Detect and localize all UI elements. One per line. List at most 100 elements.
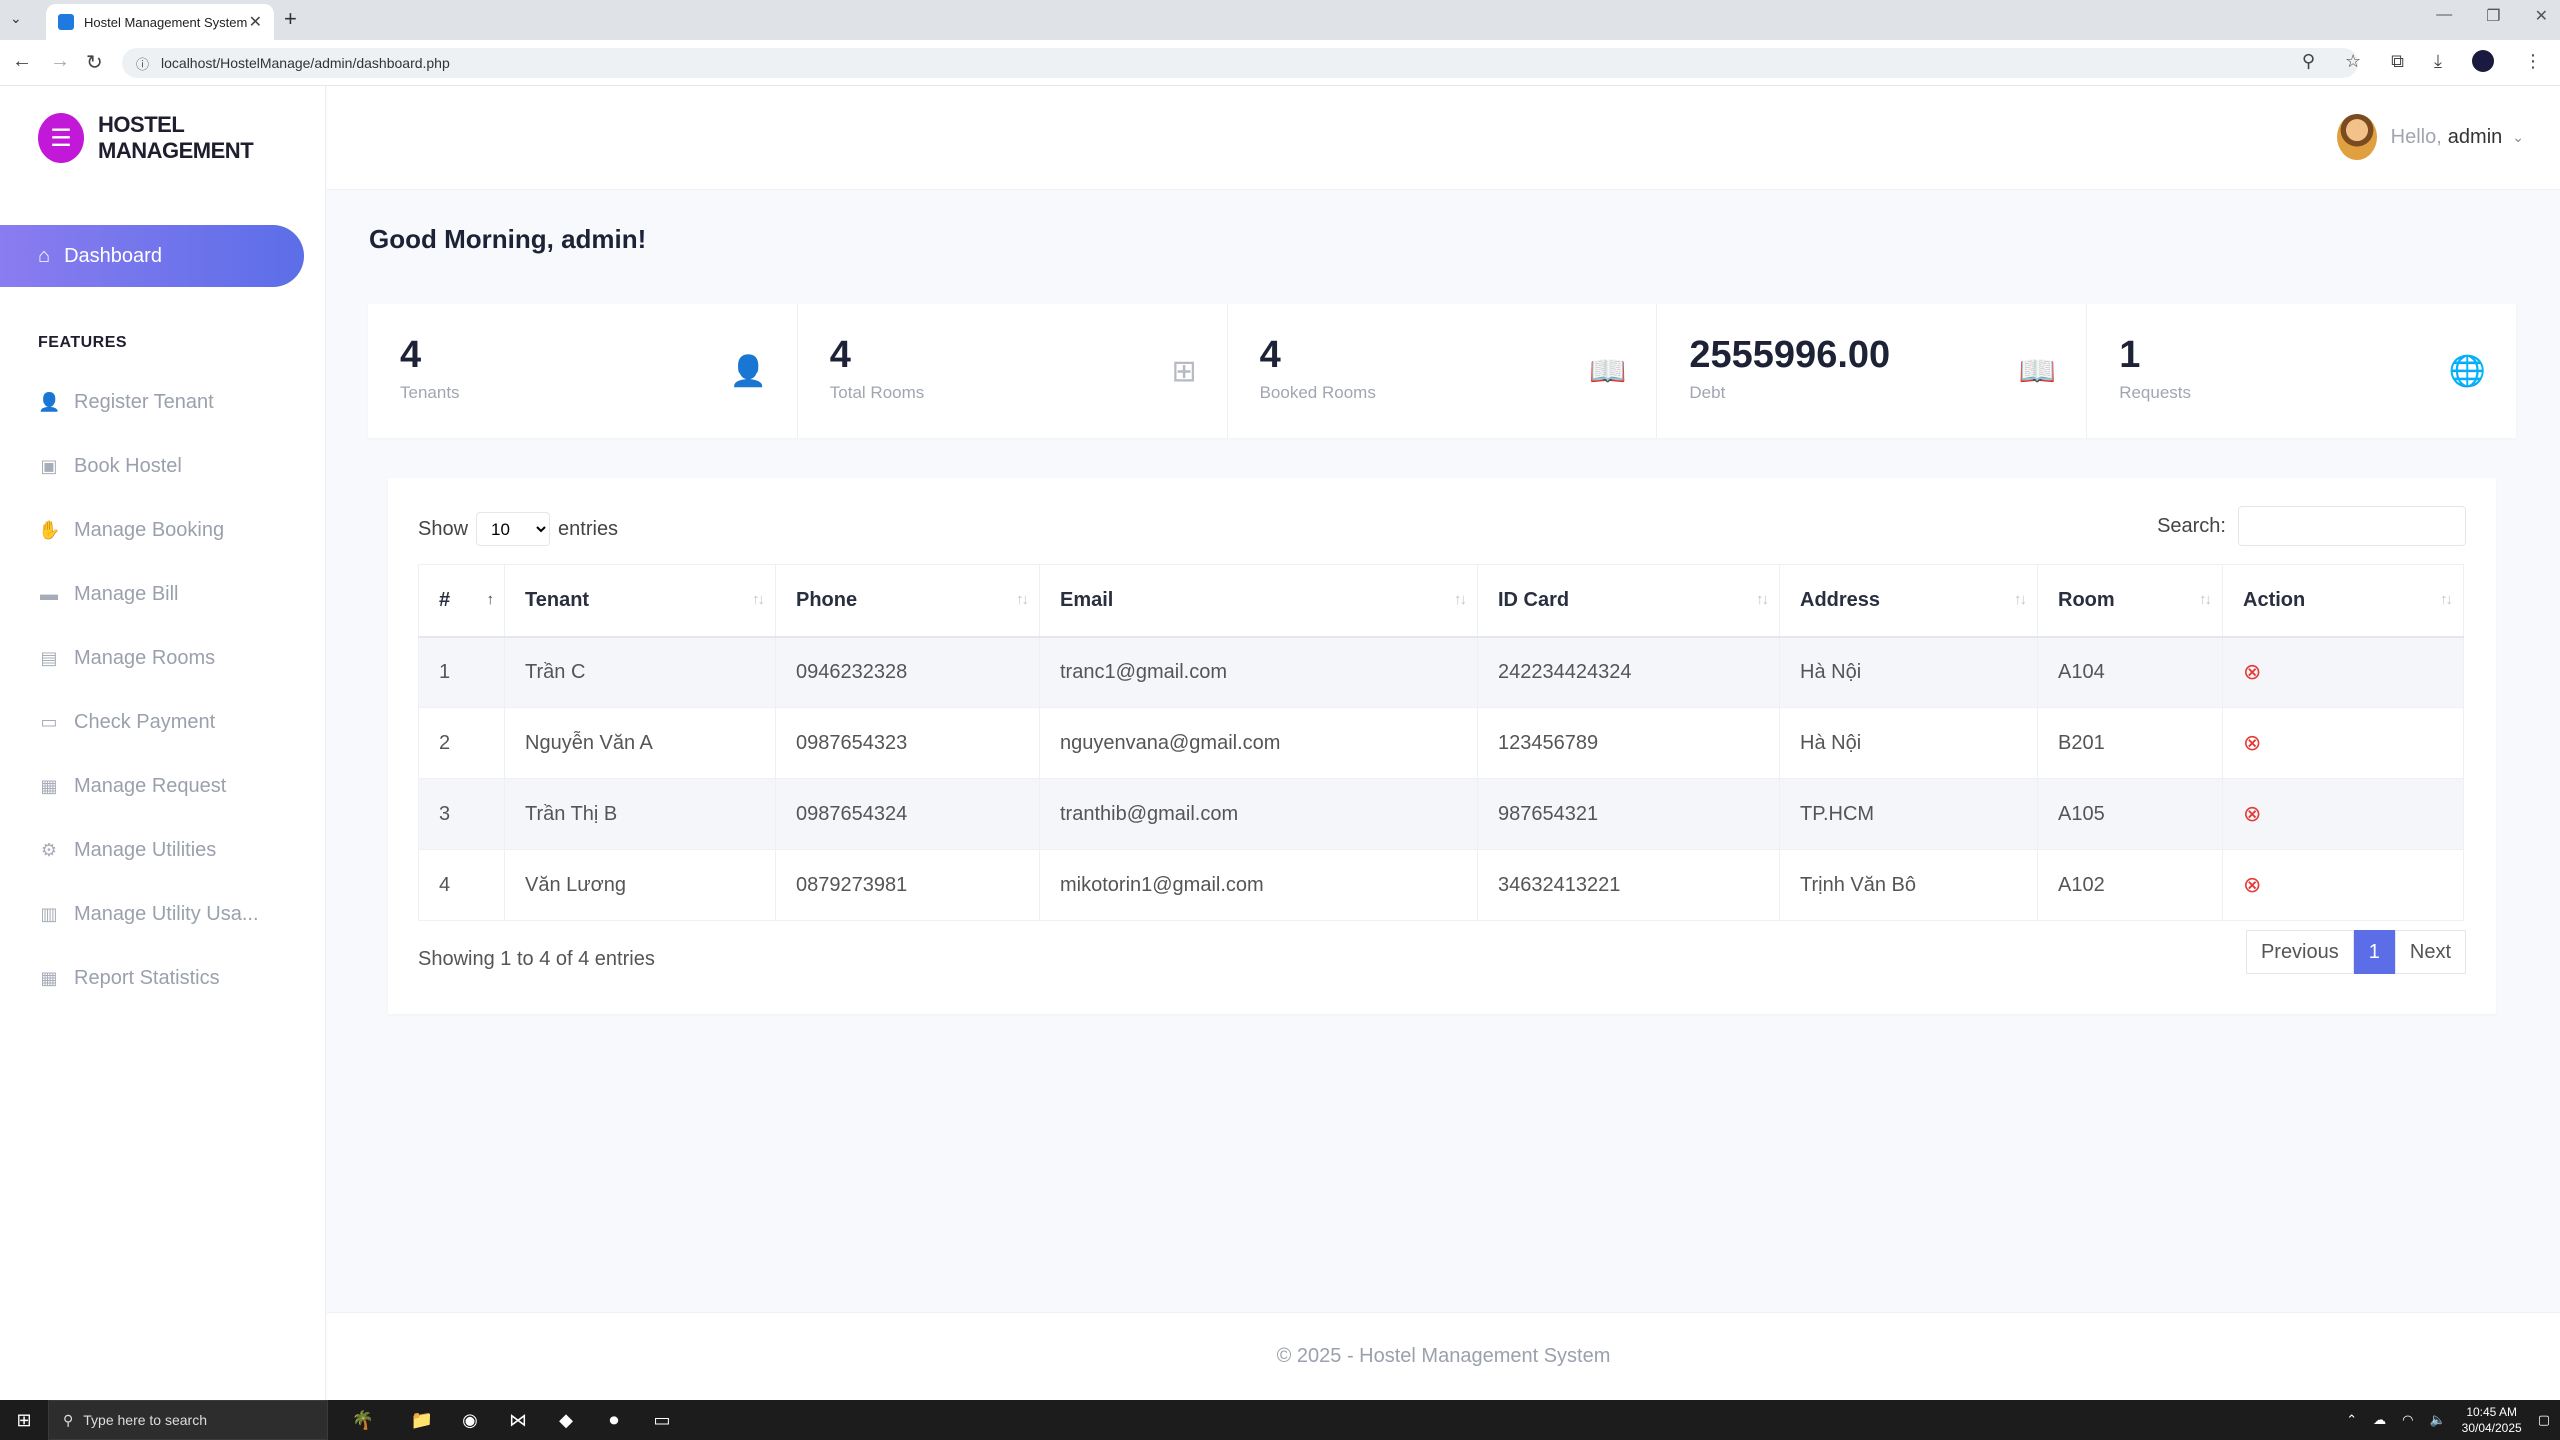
reload-icon[interactable]: ↻ [86,50,103,75]
profile-avatar[interactable] [2472,50,2494,72]
search-input[interactable] [2238,506,2466,546]
cell-tenant: Văn Lương [504,849,776,921]
gears-icon: ⚙ [40,839,58,860]
forward-icon[interactable]: → [50,50,70,73]
file-explorer-icon[interactable]: 📁 [398,1410,446,1431]
cell-index: 2 [418,707,505,779]
url-field[interactable]: ⓘ localhost/HostelManage/admin/dashboard… [122,48,2358,78]
page-length-control: Show 10 entries [418,512,618,546]
cell-action: ⊗ [2222,707,2464,779]
browser-tab[interactable]: Hostel Management System ✕ [46,4,274,40]
sidebar-item-check-payment[interactable]: ▭ Check Payment [38,690,259,754]
restore-icon[interactable]: ❐ [2486,6,2500,26]
table-row: 1 Trần C 0946232328 tranc1@gmail.com 242… [418,636,2464,708]
clipboard-icon: ▥ [40,903,58,924]
column-header-email[interactable]: Email ↑↓ [1039,564,1478,638]
minimize-icon[interactable]: — [2436,6,2452,26]
zoom-icon[interactable]: ⚲ [2302,51,2315,72]
sidebar-item-label: Book Hostel [74,454,182,477]
entries-label: entries [558,517,619,540]
cell-action: ⊗ [2222,849,2464,921]
table-info: Showing 1 to 4 of 4 entries [418,948,655,970]
brand-name: HOSTEL MANAGEMENT [98,112,254,163]
next-page-button[interactable]: Next [2394,930,2466,974]
notifications-icon[interactable]: ▢ [2538,1412,2550,1428]
column-header-phone[interactable]: Phone ↑↓ [775,564,1040,638]
sidebar-item-dashboard[interactable]: ⌂ Dashboard [0,225,304,287]
cell-address: Hà Nội [1779,707,2038,779]
app-icon[interactable]: ◆ [542,1410,590,1431]
browser-menu-icon[interactable]: ⋮ [2524,51,2542,72]
new-tab-icon[interactable]: + [284,6,297,32]
sidebar-item-book-hostel[interactable]: ▣ Book Hostel [38,434,259,498]
column-header-tenant[interactable]: Tenant ↑↓ [504,564,776,638]
cell-tenant: Trần Thị B [504,778,776,850]
calculator-icon: ▦ [40,967,58,988]
volume-icon[interactable]: 🔈 [2429,1412,2445,1428]
brand[interactable]: ☰ HOSTEL MANAGEMENT [38,112,325,164]
user-menu[interactable]: Hello, admin ⌄ [2336,114,2524,160]
delete-icon[interactable]: ⊗ [2243,659,2261,684]
site-info-icon[interactable]: ⓘ [136,54,149,73]
column-header-action[interactable]: Action ↑↓ [2222,564,2464,638]
taskbar-search-placeholder: Type here to search [83,1412,208,1428]
cell-email: tranc1@gmail.com [1039,636,1478,708]
sidebar-item-label: Manage Request [74,774,227,797]
username: admin [2447,125,2503,148]
cell-index: 3 [418,778,505,850]
vscode-icon[interactable]: ⋈ [494,1410,542,1431]
chrome-icon[interactable]: ◉ [446,1410,494,1431]
page-length-select[interactable]: 10 [476,512,551,546]
delete-icon[interactable]: ⊗ [2243,872,2261,897]
column-header-index[interactable]: # ↑ [418,564,505,638]
download-icon[interactable]: ⤓ [2434,51,2442,72]
cloud-icon[interactable]: ☁ [2373,1412,2386,1428]
cell-index: 1 [418,636,505,708]
delete-icon[interactable]: ⊗ [2243,801,2261,826]
column-label: Room [2058,588,2115,611]
wifi-icon[interactable]: ◠ [2402,1412,2413,1428]
column-label: Phone [796,588,858,611]
close-window-icon[interactable]: ✕ [2535,6,2548,26]
table-header-row: # ↑ Tenant ↑↓ Phone ↑↓ Email ↑↓ ID Card ↑↓ Ad… [418,564,2464,638]
widgets-icon[interactable]: 🌴 [328,1410,398,1431]
previous-page-button[interactable]: Previous [2245,930,2354,974]
column-header-id-card[interactable]: ID Card ↑↓ [1477,564,1780,638]
chevron-down-icon: ⌄ [2512,128,2524,145]
column-header-address[interactable]: Address ↑↓ [1779,564,2038,638]
cell-address: Hà Nội [1779,636,2038,708]
bookmark-star-icon[interactable]: ☆ [2345,51,2361,72]
sidebar-item-manage-rooms[interactable]: ▤ Manage Rooms [38,626,259,690]
sidebar-item-manage-booking[interactable]: ✋ Manage Booking [38,498,259,562]
tab-search-chevron-icon[interactable]: ⌄ [10,10,22,27]
sidebar-item-label: Report Statistics [74,966,220,989]
terminal-icon[interactable]: ▭ [638,1410,686,1431]
sidebar-item-manage-utility-usage[interactable]: ▥ Manage Utility Usa... [38,882,258,946]
tray-chevron-up-icon[interactable]: ⌃ [2346,1412,2357,1428]
stat-card-requests: 1 Requests 🌐 [2087,304,2516,438]
sidebar-item-manage-request[interactable]: ▦ Manage Request [38,754,259,818]
sidebar-item-manage-utilities[interactable]: ⚙ Manage Utilities [38,818,259,882]
recorder-icon[interactable]: ⏺ [590,1410,638,1431]
sidebar-item-manage-bill[interactable]: ▬ Manage Bill [38,562,259,626]
cell-phone: 0987654323 [775,707,1040,779]
back-icon[interactable]: ← [12,50,32,73]
column-header-room[interactable]: Room ↑↓ [2037,564,2223,638]
sidebar-item-register-tenant[interactable]: 👤 Register Tenant [38,370,259,434]
close-tab-icon[interactable]: ✕ [249,12,262,32]
extensions-icon[interactable]: ⧉ [2391,51,2404,72]
delete-icon[interactable]: ⊗ [2243,730,2261,755]
page-1-button[interactable]: 1 [2353,930,2395,974]
windows-start-icon[interactable]: ⊞ [0,1410,48,1431]
features-heading: FEATURES [38,334,128,351]
avatar [2336,114,2377,160]
show-label: Show [418,517,469,540]
taskbar-search[interactable]: ⚲ Type here to search [48,1400,328,1440]
stat-label: Total Rooms [829,383,925,402]
clock[interactable]: 10:45 AM 30/04/2025 [2462,1404,2522,1436]
stat-card-total-rooms: 4 Total Rooms ⊞ [798,304,1228,438]
cell-room: A105 [2037,778,2223,850]
sidebar-menu: 👤 Register Tenant ▣ Book Hostel ✋ Manage Bo… [38,370,259,1010]
sort-icon: ↑↓ [2440,591,2453,608]
sidebar-item-report-statistics[interactable]: ▦ Report Statistics [38,946,259,1010]
